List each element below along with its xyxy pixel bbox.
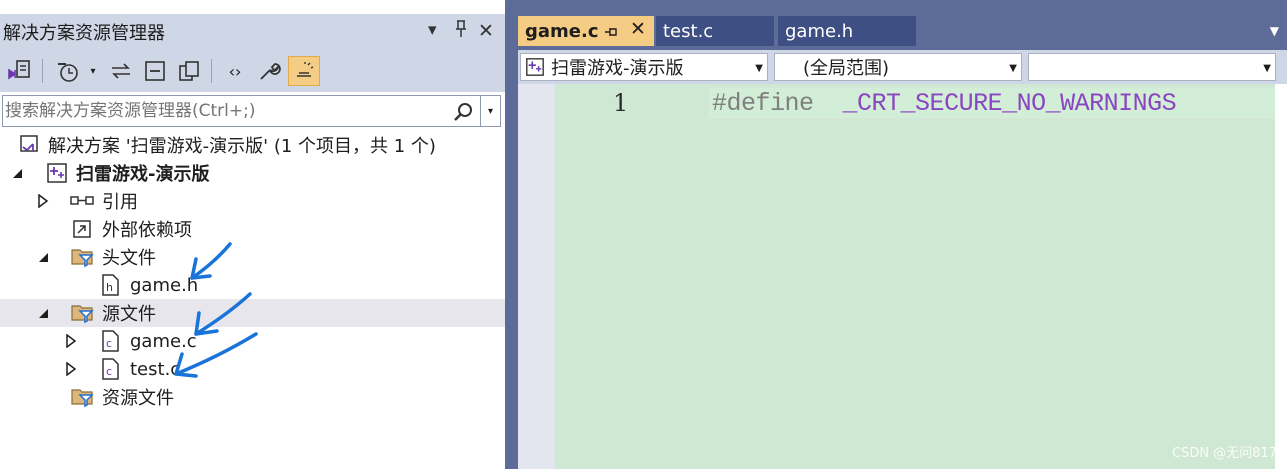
collapsed-arrow-icon[interactable] <box>64 334 78 348</box>
tab-label: game.h <box>785 20 854 42</box>
pending-dropdown-icon[interactable]: ▾ <box>86 56 100 86</box>
game-c-label: game.c <box>130 330 197 352</box>
show-all-files-icon[interactable] <box>174 56 204 86</box>
explorer-toolbar: ▾ ‹› <box>0 50 505 92</box>
explorer-search-box[interactable]: ▾ <box>2 95 501 127</box>
tab-label: test.c <box>663 20 714 42</box>
tree-item-header-files[interactable]: 头文件 <box>0 243 505 271</box>
tree-item-external-dependencies[interactable]: 外部依赖项 <box>0 215 505 243</box>
expanded-arrow-icon[interactable] <box>36 250 50 264</box>
pin-tab-icon[interactable] <box>604 23 618 44</box>
project-dropdown-value: 扫雷游戏-演示版 <box>551 58 684 79</box>
c-file-icon: c <box>100 358 122 380</box>
external-dependencies-label: 外部依赖项 <box>102 220 192 241</box>
line-number: 1 <box>613 89 629 117</box>
test-c-label: test.c <box>130 358 181 380</box>
tree-item-source-files[interactable]: 源文件 <box>0 299 505 327</box>
solution-explorer-panel: 解决方案资源管理器 ▾ ✕ ▾ ‹› 搜索解决方案资源管理器(Ctrl+;) ▾… <box>0 0 505 469</box>
pending-changes-icon[interactable] <box>50 56 84 86</box>
expanded-arrow-icon[interactable] <box>10 166 24 180</box>
window-dropdown-icon[interactable]: ▾ <box>428 20 437 40</box>
sync-icon[interactable] <box>106 56 136 86</box>
scope-dropdown-value: (全局范围) <box>803 58 890 79</box>
header-file-icon: h <box>100 274 122 296</box>
tab-game-h[interactable]: game.h <box>778 16 916 46</box>
vertical-scrollbar[interactable] <box>1275 84 1287 469</box>
references-icon <box>70 191 94 213</box>
collapsed-arrow-icon[interactable] <box>64 362 78 376</box>
indicator-margin <box>518 84 555 469</box>
header-files-label: 头文件 <box>102 248 156 269</box>
solution-icon <box>18 134 40 156</box>
explorer-title: 解决方案资源管理器 <box>3 23 165 44</box>
explorer-title-bar: 解决方案资源管理器 ▾ ✕ <box>0 14 505 50</box>
svg-text:c: c <box>106 337 112 350</box>
macro-name: _CRT_SECURE_NO_WARNINGS <box>842 89 1177 118</box>
switch-views-icon[interactable] <box>4 56 34 86</box>
tree-item-test-c[interactable]: c test.c <box>0 355 505 383</box>
collapsed-arrow-icon[interactable] <box>36 194 50 208</box>
tree-item-solution[interactable]: 解决方案 '扫雷游戏-演示版' (1 个项目，共 1 个) <box>0 131 505 159</box>
chevron-down-icon: ▼ <box>1263 63 1271 74</box>
references-label: 引用 <box>102 192 138 213</box>
expanded-arrow-icon[interactable] <box>36 306 50 320</box>
svg-text:c: c <box>106 365 112 378</box>
search-options-dropdown-icon[interactable]: ▾ <box>480 96 500 126</box>
preprocessor-keyword: #define <box>712 89 814 118</box>
chevron-down-icon: ▼ <box>1009 63 1017 74</box>
member-dropdown[interactable]: ▼ <box>1028 53 1276 81</box>
properties-wrench-icon[interactable] <box>254 56 284 86</box>
external-dependencies-icon <box>72 219 94 241</box>
toolbar-separator <box>42 59 43 83</box>
chevron-down-icon: ▼ <box>755 63 763 74</box>
scope-dropdown[interactable]: (全局范围) ▼ <box>774 53 1022 81</box>
game-h-label: game.h <box>130 274 199 296</box>
preview-selected-items-icon[interactable] <box>288 56 320 86</box>
tab-game-c[interactable]: game.c ✕ <box>518 16 654 46</box>
tab-overflow-dropdown-icon[interactable]: ▼ <box>1270 24 1279 38</box>
watermark: CSDN @无问817 <box>1171 446 1277 461</box>
collapse-all-icon[interactable] <box>140 56 170 86</box>
c-file-icon: c <box>100 330 122 352</box>
code-editor[interactable]: 1 #define _CRT_SECURE_NO_WARNINGS CSDN @… <box>518 84 1287 469</box>
toolbar-separator <box>211 59 212 83</box>
code-line-1[interactable]: #define _CRT_SECURE_NO_WARNINGS <box>712 89 1177 118</box>
view-code-icon[interactable]: ‹› <box>220 56 250 86</box>
tab-test-c[interactable]: test.c <box>656 16 774 46</box>
svg-text:h: h <box>106 281 113 294</box>
tab-label: game.c <box>525 20 599 42</box>
project-dropdown[interactable]: 扫雷游戏-演示版 ▼ <box>520 53 768 81</box>
close-icon[interactable]: ✕ <box>478 20 494 42</box>
filter-folder-icon <box>70 386 94 408</box>
filter-folder-icon <box>70 246 94 268</box>
tree-item-game-h[interactable]: h game.h <box>0 271 505 299</box>
cpp-project-icon <box>525 57 545 82</box>
document-tab-strip: game.c ✕ test.c game.h ▼ <box>518 14 1287 48</box>
tree-item-references[interactable]: 引用 <box>0 187 505 215</box>
source-files-label: 源文件 <box>102 304 156 325</box>
close-tab-icon[interactable]: ✕ <box>630 18 646 40</box>
navigation-bar: 扫雷游戏-演示版 ▼ (全局范围) ▼ ▼ <box>518 50 1287 84</box>
filter-folder-icon <box>70 302 94 324</box>
tree-item-game-c[interactable]: c game.c <box>0 327 505 355</box>
editor-pane: game.c ✕ test.c game.h ▼ 扫雷游戏-演示版 ▼ (全局范… <box>518 14 1287 469</box>
project-label: 扫雷游戏-演示版 <box>76 164 210 185</box>
search-icon[interactable] <box>452 100 476 124</box>
pin-icon[interactable] <box>454 20 468 43</box>
search-input[interactable] <box>5 99 445 123</box>
cpp-project-icon <box>46 162 68 184</box>
resource-files-label: 资源文件 <box>102 388 174 409</box>
tree-item-resource-files[interactable]: 资源文件 <box>0 383 505 411</box>
solution-label: 解决方案 '扫雷游戏-演示版' (1 个项目，共 1 个) <box>48 136 436 157</box>
tree-item-project[interactable]: 扫雷游戏-演示版 <box>0 159 505 187</box>
